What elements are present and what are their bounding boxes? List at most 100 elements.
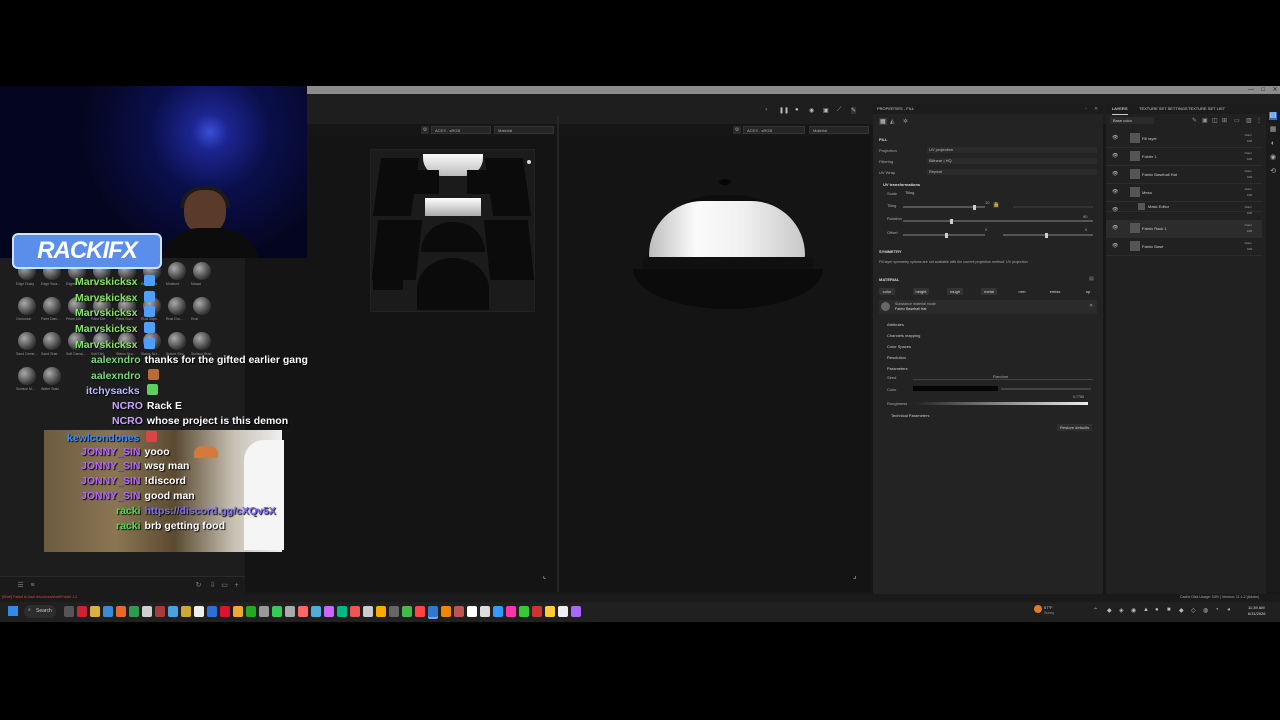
taskbar-app-icon[interactable] xyxy=(64,606,74,617)
visibility-eye-icon[interactable]: 👁 xyxy=(1112,243,1118,249)
layer-opacity[interactable]: 100 xyxy=(1247,139,1252,143)
taskbar-app-icon[interactable] xyxy=(454,606,464,617)
taskbar-app-icon[interactable] xyxy=(90,606,100,617)
taskbar-app-icon[interactable] xyxy=(545,606,555,617)
channel-op[interactable]: op xyxy=(1080,288,1096,295)
taskbar-app-icon[interactable] xyxy=(428,606,438,617)
taskbar-app-icon[interactable] xyxy=(467,606,477,617)
mode-dropdown-3d[interactable]: Material xyxy=(809,126,869,134)
chat-username[interactable]: racki xyxy=(116,520,141,532)
layer-blend-mode[interactable]: Norm xyxy=(1245,223,1252,227)
remove-material-icon[interactable]: ✕ xyxy=(1089,303,1093,309)
pause-icon[interactable]: ❚❚ xyxy=(779,107,789,114)
taskbar-app-icon[interactable] xyxy=(77,606,87,617)
display-side-icon[interactable]: ◐ xyxy=(1269,140,1277,148)
add-paint-icon[interactable]: ⊞ xyxy=(1222,117,1227,124)
tab-texture-set-settings[interactable]: TEXTURE SET SETTINGS xyxy=(1139,104,1188,114)
uvwrap-dropdown[interactable]: Repeat xyxy=(927,169,1097,175)
taskbar-app-icon[interactable] xyxy=(298,606,308,617)
layer-menu-icon[interactable]: ⋮ xyxy=(1256,117,1262,124)
roughness-slider[interactable] xyxy=(913,402,1088,405)
layer-blend-mode[interactable]: Norm xyxy=(1245,133,1252,137)
offset-x-slider[interactable] xyxy=(903,232,985,238)
layer-row[interactable]: 👁 Mesa Norm 100 xyxy=(1106,184,1262,202)
taskbar-app-icon[interactable] xyxy=(389,606,399,617)
tray-app-icon[interactable]: ● xyxy=(1155,607,1159,613)
clock-time[interactable]: 11:39 AM xyxy=(1248,605,1265,610)
taskbar-app-icon[interactable] xyxy=(519,606,529,617)
visibility-eye-icon[interactable]: 👁 xyxy=(1112,153,1118,159)
delete-layer-icon[interactable]: ▥ xyxy=(1246,117,1252,124)
chat-username[interactable]: Marvskicksx xyxy=(75,323,137,335)
clock-date[interactable]: 6/11/2026 xyxy=(1248,611,1266,616)
taskbar-app-icon[interactable] xyxy=(441,606,451,617)
layer-opacity[interactable]: 100 xyxy=(1247,229,1252,233)
chat-username[interactable]: NCRO xyxy=(112,400,143,412)
layer-name[interactable]: Fabric Rack 1 xyxy=(1142,226,1167,231)
rotation-value[interactable]: 90 xyxy=(1083,214,1087,219)
add-folder-icon[interactable]: ▭ xyxy=(1234,117,1240,124)
properties-tab[interactable]: PROPERTIES - FILL xyxy=(873,104,1103,114)
taskbar-app-icon[interactable] xyxy=(324,606,334,617)
layer-row[interactable]: 👁 Mask Editor Norm 100 xyxy=(1106,202,1262,215)
layer-opacity[interactable]: 100 xyxy=(1247,247,1252,251)
layer-blend-mode[interactable]: Norm xyxy=(1245,187,1252,191)
color-slider[interactable] xyxy=(1001,388,1091,390)
tray-chevron-icon[interactable]: ⌃ xyxy=(1093,607,1098,614)
shader-side-icon[interactable]: ◉ xyxy=(1269,154,1277,162)
mask-icon[interactable]: ◭ xyxy=(890,118,895,125)
taskbar-app-icon[interactable] xyxy=(142,606,152,617)
filter-icon[interactable]: ≡ xyxy=(28,582,37,589)
taskbar-app-icon[interactable] xyxy=(311,606,321,617)
chat-username[interactable]: NCRO xyxy=(112,415,143,427)
mode-dropdown-2d[interactable]: Material xyxy=(494,126,554,134)
parameters-section[interactable]: Parameters xyxy=(887,366,908,371)
restore-defaults-button[interactable]: Restore defaults xyxy=(1057,424,1093,431)
taskbar-app-icon[interactable] xyxy=(337,606,347,617)
taskbar-app-icon[interactable] xyxy=(376,606,386,617)
tray-app-icon[interactable]: ◍ xyxy=(1203,607,1208,614)
chat-username[interactable]: Marvskicksx xyxy=(75,292,137,304)
layer-name[interactable]: Fill layer xyxy=(1142,136,1157,141)
layer-row[interactable]: 👁 Fill layer Norm 100 xyxy=(1106,130,1262,148)
uv-transform-title[interactable]: UV transformations xyxy=(883,182,920,187)
layer-row[interactable]: 👁 Folder 1 Norm 100 xyxy=(1106,148,1262,166)
chat-username[interactable]: JONNY_SIN xyxy=(81,490,141,502)
close-button[interactable]: ✕ xyxy=(1271,87,1279,93)
layer-opacity[interactable]: 100 xyxy=(1247,157,1252,161)
chat-username[interactable]: JONNY_SIN xyxy=(81,446,141,458)
volume-icon[interactable]: ◕ xyxy=(1227,607,1231,613)
layer-row[interactable]: 👁 Fabric Baseball Hat Norm 100 xyxy=(1106,166,1262,184)
display-settings-icon[interactable]: ⚙ xyxy=(421,126,429,134)
taskbar-app-icon[interactable] xyxy=(207,606,217,617)
tray-app-icon[interactable]: ◇ xyxy=(1191,607,1196,614)
taskbar-search[interactable]: ⌕ Search xyxy=(24,605,56,618)
visibility-eye-icon[interactable]: 👁 xyxy=(1112,189,1118,195)
layer-name[interactable]: Mesa xyxy=(1142,190,1152,195)
chat-username[interactable]: aalexndro xyxy=(91,354,141,366)
taskbar-app-icon[interactable] xyxy=(194,606,204,617)
float-icon[interactable]: ▫ xyxy=(1085,106,1087,112)
pen-icon[interactable]: ✎ xyxy=(851,107,857,114)
visibility-eye-icon[interactable]: 👁 xyxy=(1112,207,1118,213)
taskbar-app-icon[interactable] xyxy=(480,606,490,617)
camera-icon[interactable]: ◐ xyxy=(765,107,769,113)
channel-rough[interactable]: rough xyxy=(947,288,963,295)
colorspace-dropdown-3d[interactable]: ACES - sRGB xyxy=(743,126,805,134)
channel-metal[interactable]: metal xyxy=(981,288,997,295)
render-icon[interactable]: ◉ xyxy=(809,107,814,114)
tiling-slider-2[interactable] xyxy=(1013,206,1093,208)
tray-app-icon[interactable]: ▲ xyxy=(1143,607,1149,613)
offset-x-value[interactable]: 0 xyxy=(985,227,987,232)
projection-dropdown[interactable]: UV projection xyxy=(927,147,1097,153)
taskbar-app-icon[interactable] xyxy=(272,606,282,617)
network-icon[interactable]: ◔ xyxy=(1215,607,1219,613)
brush-icon[interactable]: ⟋ xyxy=(837,107,841,114)
layers-side-icon[interactable]: ▤ xyxy=(1269,112,1277,120)
visibility-eye-icon[interactable]: 👁 xyxy=(1112,171,1118,177)
taskbar-app-icon[interactable] xyxy=(103,606,113,617)
layer-blend-mode[interactable]: Norm xyxy=(1245,151,1252,155)
roughness-value[interactable]: 0.7785 xyxy=(1073,395,1084,399)
rotation-slider[interactable] xyxy=(903,218,1093,224)
weather-icon[interactable] xyxy=(1034,605,1042,613)
